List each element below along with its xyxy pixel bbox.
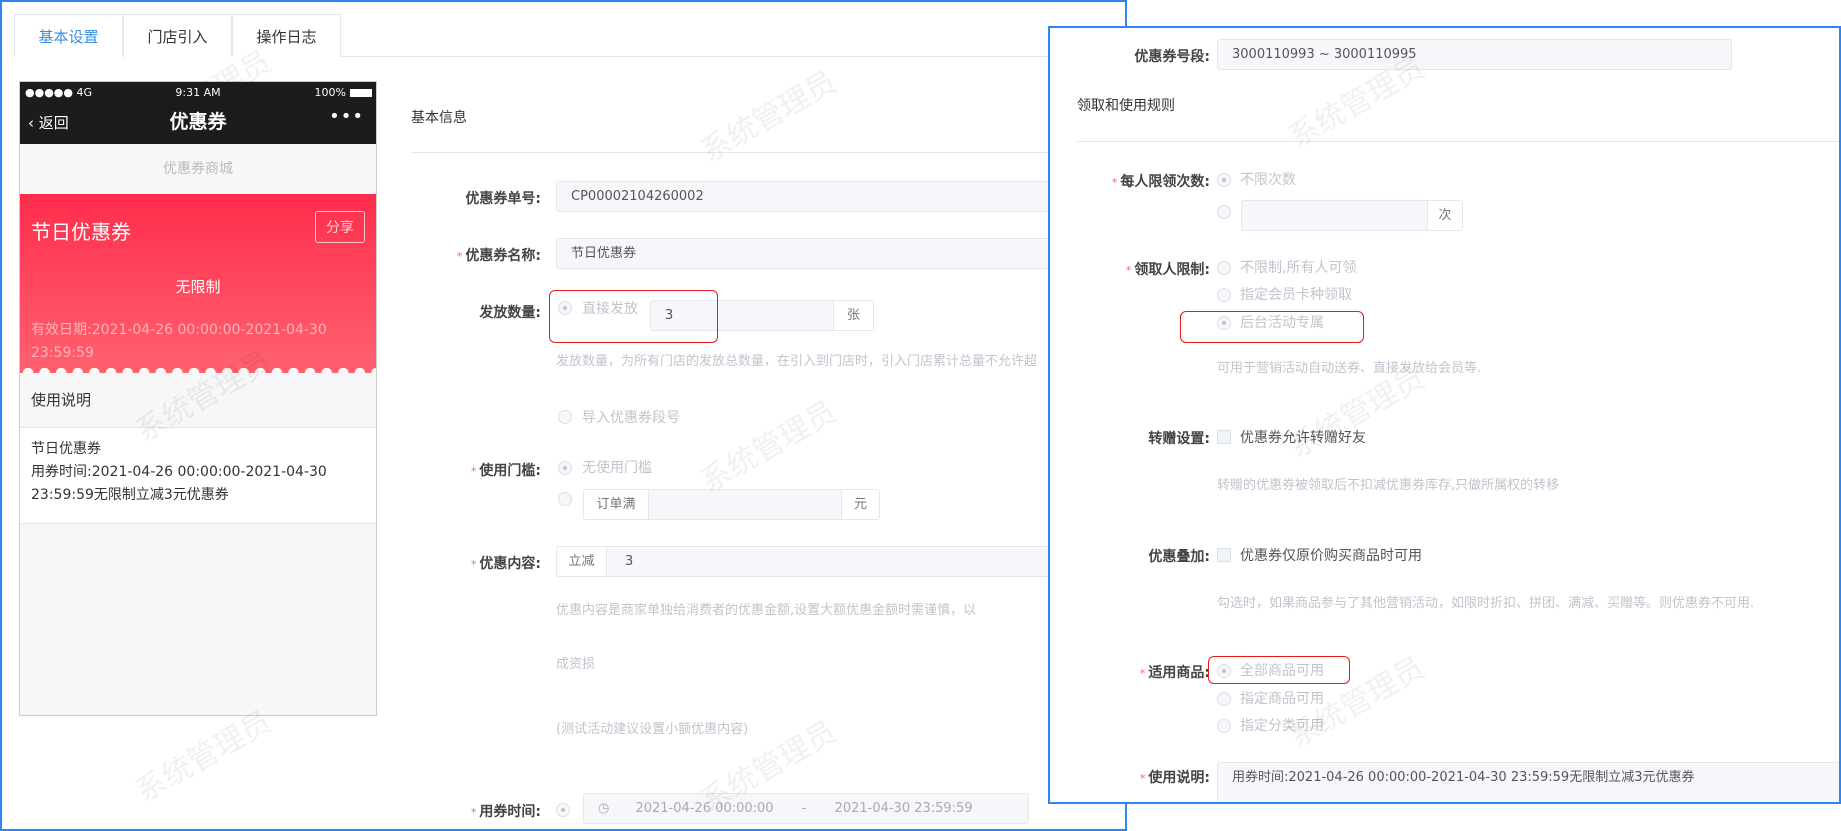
gift-label: 转赠设置: bbox=[1148, 431, 1210, 447]
usage-title: 使用说明 bbox=[20, 373, 376, 428]
use-time-range[interactable]: ◷ 2021-04-26 00:00:00 - 2021-04-30 23:59… bbox=[583, 793, 1029, 824]
gift-option: 优惠券允许转赠好友 bbox=[1240, 430, 1366, 446]
stack-hint: 勾选时，如果商品参与了其他营销活动，如限时折扣、拼团、满减、买赠等。则优惠券不可… bbox=[1217, 596, 1755, 611]
no-threshold-radio[interactable] bbox=[558, 461, 572, 475]
tab-operation-log[interactable]: 操作日志 bbox=[232, 14, 341, 57]
coupon-mall-link[interactable]: 优惠券商城 bbox=[20, 144, 376, 194]
time-separator: - bbox=[801, 801, 807, 816]
goods-category: 指定分类可用 bbox=[1240, 718, 1324, 734]
coupon-code-label: 优惠券单号: bbox=[465, 191, 541, 207]
tab-basic-settings[interactable]: 基本设置 bbox=[14, 14, 123, 57]
share-button[interactable]: 分享 bbox=[315, 211, 365, 243]
coupon-name-label: * 优惠券名称: bbox=[456, 248, 541, 264]
discount-test-hint: (测试活动建议设置小额优惠内容) bbox=[556, 722, 749, 737]
segment-label: 优惠券号段: bbox=[1134, 49, 1210, 65]
receiver-option-all-radio[interactable] bbox=[1217, 261, 1231, 275]
per-person-label: * 每人限领次数: bbox=[1111, 174, 1210, 190]
receiver-label: * 领取人限制: bbox=[1125, 262, 1210, 278]
import-segment-radio[interactable] bbox=[558, 410, 572, 424]
issue-qty-label: 发放数量: bbox=[479, 305, 541, 321]
scallop-edge bbox=[20, 368, 376, 378]
discount-content-label: * 优惠内容: bbox=[470, 556, 541, 572]
limited-radio[interactable] bbox=[1217, 205, 1231, 219]
battery-percent: 100% bbox=[314, 86, 346, 99]
use-time-label: * 用券时间: bbox=[470, 804, 541, 820]
threshold-unit: 元 bbox=[841, 490, 879, 519]
threshold-label: * 使用门槛: bbox=[470, 463, 541, 479]
stack-label: 优惠叠加: bbox=[1148, 549, 1210, 565]
discount-content-input[interactable]: 立减 3 bbox=[556, 546, 1125, 577]
coupon-card: 节日优惠券 分享 无限制 有效日期:2021-04-26 00:00:00-20… bbox=[20, 194, 376, 378]
time-start: 2021-04-26 00:00:00 bbox=[635, 801, 774, 816]
divider bbox=[1077, 141, 1839, 142]
unlimited-label: 不限次数 bbox=[1240, 172, 1296, 188]
threshold-prefix: 订单满 bbox=[584, 490, 649, 519]
threshold-radio[interactable] bbox=[558, 492, 572, 506]
threshold-input[interactable]: 订单满 元 bbox=[583, 489, 880, 520]
coupon-validity: 有效日期:2021-04-26 00:00:00-2021-04-30 23:5… bbox=[31, 322, 327, 361]
watermark: 系统管理员 bbox=[695, 64, 843, 170]
receiver-hint: 可用于营销活动自动送券、直接发放给会员等. bbox=[1217, 361, 1482, 376]
qty-unit: 张 bbox=[833, 301, 873, 330]
divider bbox=[411, 152, 1125, 153]
coupon-name-input[interactable]: 节日优惠券 bbox=[556, 238, 1125, 269]
coupon-card-name: 节日优惠券 bbox=[31, 220, 131, 244]
segment-input[interactable]: 3000110993 ~ 3000110995 bbox=[1217, 39, 1732, 70]
gift-checkbox[interactable] bbox=[1217, 430, 1231, 444]
tab-bar: 基本设置 门店引入 操作日志 bbox=[14, 14, 1125, 57]
section-rules: 领取和使用规则 bbox=[1077, 98, 1175, 114]
rules-panel: 优惠券号段: 3000110993 ~ 3000110995 领取和使用规则 *… bbox=[1048, 26, 1841, 804]
receiver-option-card: 指定会员卡种领取 bbox=[1240, 287, 1352, 303]
unlimited-radio[interactable] bbox=[1217, 173, 1231, 187]
tab-store-import[interactable]: 门店引入 bbox=[123, 14, 232, 57]
stack-checkbox[interactable] bbox=[1217, 548, 1231, 562]
desc-textarea[interactable]: 用券时间:2021-04-26 00:00:00-2021-04-30 23:5… bbox=[1217, 762, 1839, 802]
coupon-code-input[interactable]: CP00002104260002 bbox=[556, 181, 1125, 212]
highlight-box bbox=[549, 290, 718, 343]
coupon-settings-panel: 基本设置 门店引入 操作日志 ●●●●● 4G 9:31 AM 100% ‹ 返… bbox=[0, 0, 1127, 831]
highlight-box bbox=[1180, 311, 1364, 343]
usage-text: 用券时间:2021-04-26 00:00:00-2021-04-30 23:5… bbox=[31, 464, 327, 503]
per-person-input[interactable]: 次 bbox=[1241, 200, 1463, 231]
desc-label: * 使用说明: bbox=[1139, 770, 1210, 786]
goods-category-radio[interactable] bbox=[1217, 719, 1231, 733]
highlight-box bbox=[1208, 656, 1350, 684]
goods-label: * 适用商品: bbox=[1139, 665, 1210, 681]
battery-icon bbox=[350, 89, 372, 97]
watermark: 系统管理员 bbox=[695, 394, 843, 500]
receiver-option-all: 不限制,所有人可领 bbox=[1240, 260, 1357, 276]
goods-specific-radio[interactable] bbox=[1217, 692, 1231, 706]
issue-qty-hint: 发放数量，为所有门店的发放总数量，在引入到门店时，引入门店累计总量不允许超 bbox=[556, 354, 1038, 369]
more-icon[interactable]: ••• bbox=[329, 106, 364, 127]
discount-value: 3 bbox=[625, 554, 634, 569]
import-segment-label: 导入优惠券段号 bbox=[582, 410, 680, 426]
clock-icon: ◷ bbox=[598, 801, 610, 816]
per-person-unit: 次 bbox=[1427, 201, 1462, 230]
coupon-limit: 无限制 bbox=[175, 278, 221, 296]
phone-preview: ●●●●● 4G 9:31 AM 100% ‹ 返回 优惠券 ••• 优惠券商城… bbox=[19, 81, 377, 716]
goods-specific: 指定商品可用 bbox=[1240, 691, 1324, 707]
discount-hint: 优惠内容是商家单独给消费者的优惠金额,设置大额优惠金额时需谨慎，以 bbox=[556, 603, 977, 618]
usage-body: 节日优惠券 用券时间:2021-04-26 00:00:00-2021-04-3… bbox=[20, 428, 376, 524]
discount-prefix: 立减 bbox=[557, 547, 607, 576]
gift-hint: 转赠的优惠券被领取后不扣减优惠券库存,只做所属权的转移 bbox=[1217, 478, 1560, 493]
time-end: 2021-04-30 23:59:59 bbox=[834, 801, 973, 816]
use-time-radio[interactable] bbox=[556, 803, 570, 817]
usage-name: 节日优惠券 bbox=[31, 441, 101, 457]
stack-option: 优惠券仅原价购买商品时可用 bbox=[1240, 548, 1422, 564]
phone-status-bar: ●●●●● 4G 9:31 AM 100% ‹ 返回 优惠券 ••• bbox=[20, 82, 376, 144]
no-threshold-label: 无使用门槛 bbox=[582, 460, 652, 476]
section-basic-info: 基本信息 bbox=[411, 110, 467, 126]
receiver-option-card-radio[interactable] bbox=[1217, 288, 1231, 302]
phone-title: 优惠券 bbox=[169, 111, 227, 133]
discount-hint-cont: 成资损 bbox=[556, 657, 596, 672]
